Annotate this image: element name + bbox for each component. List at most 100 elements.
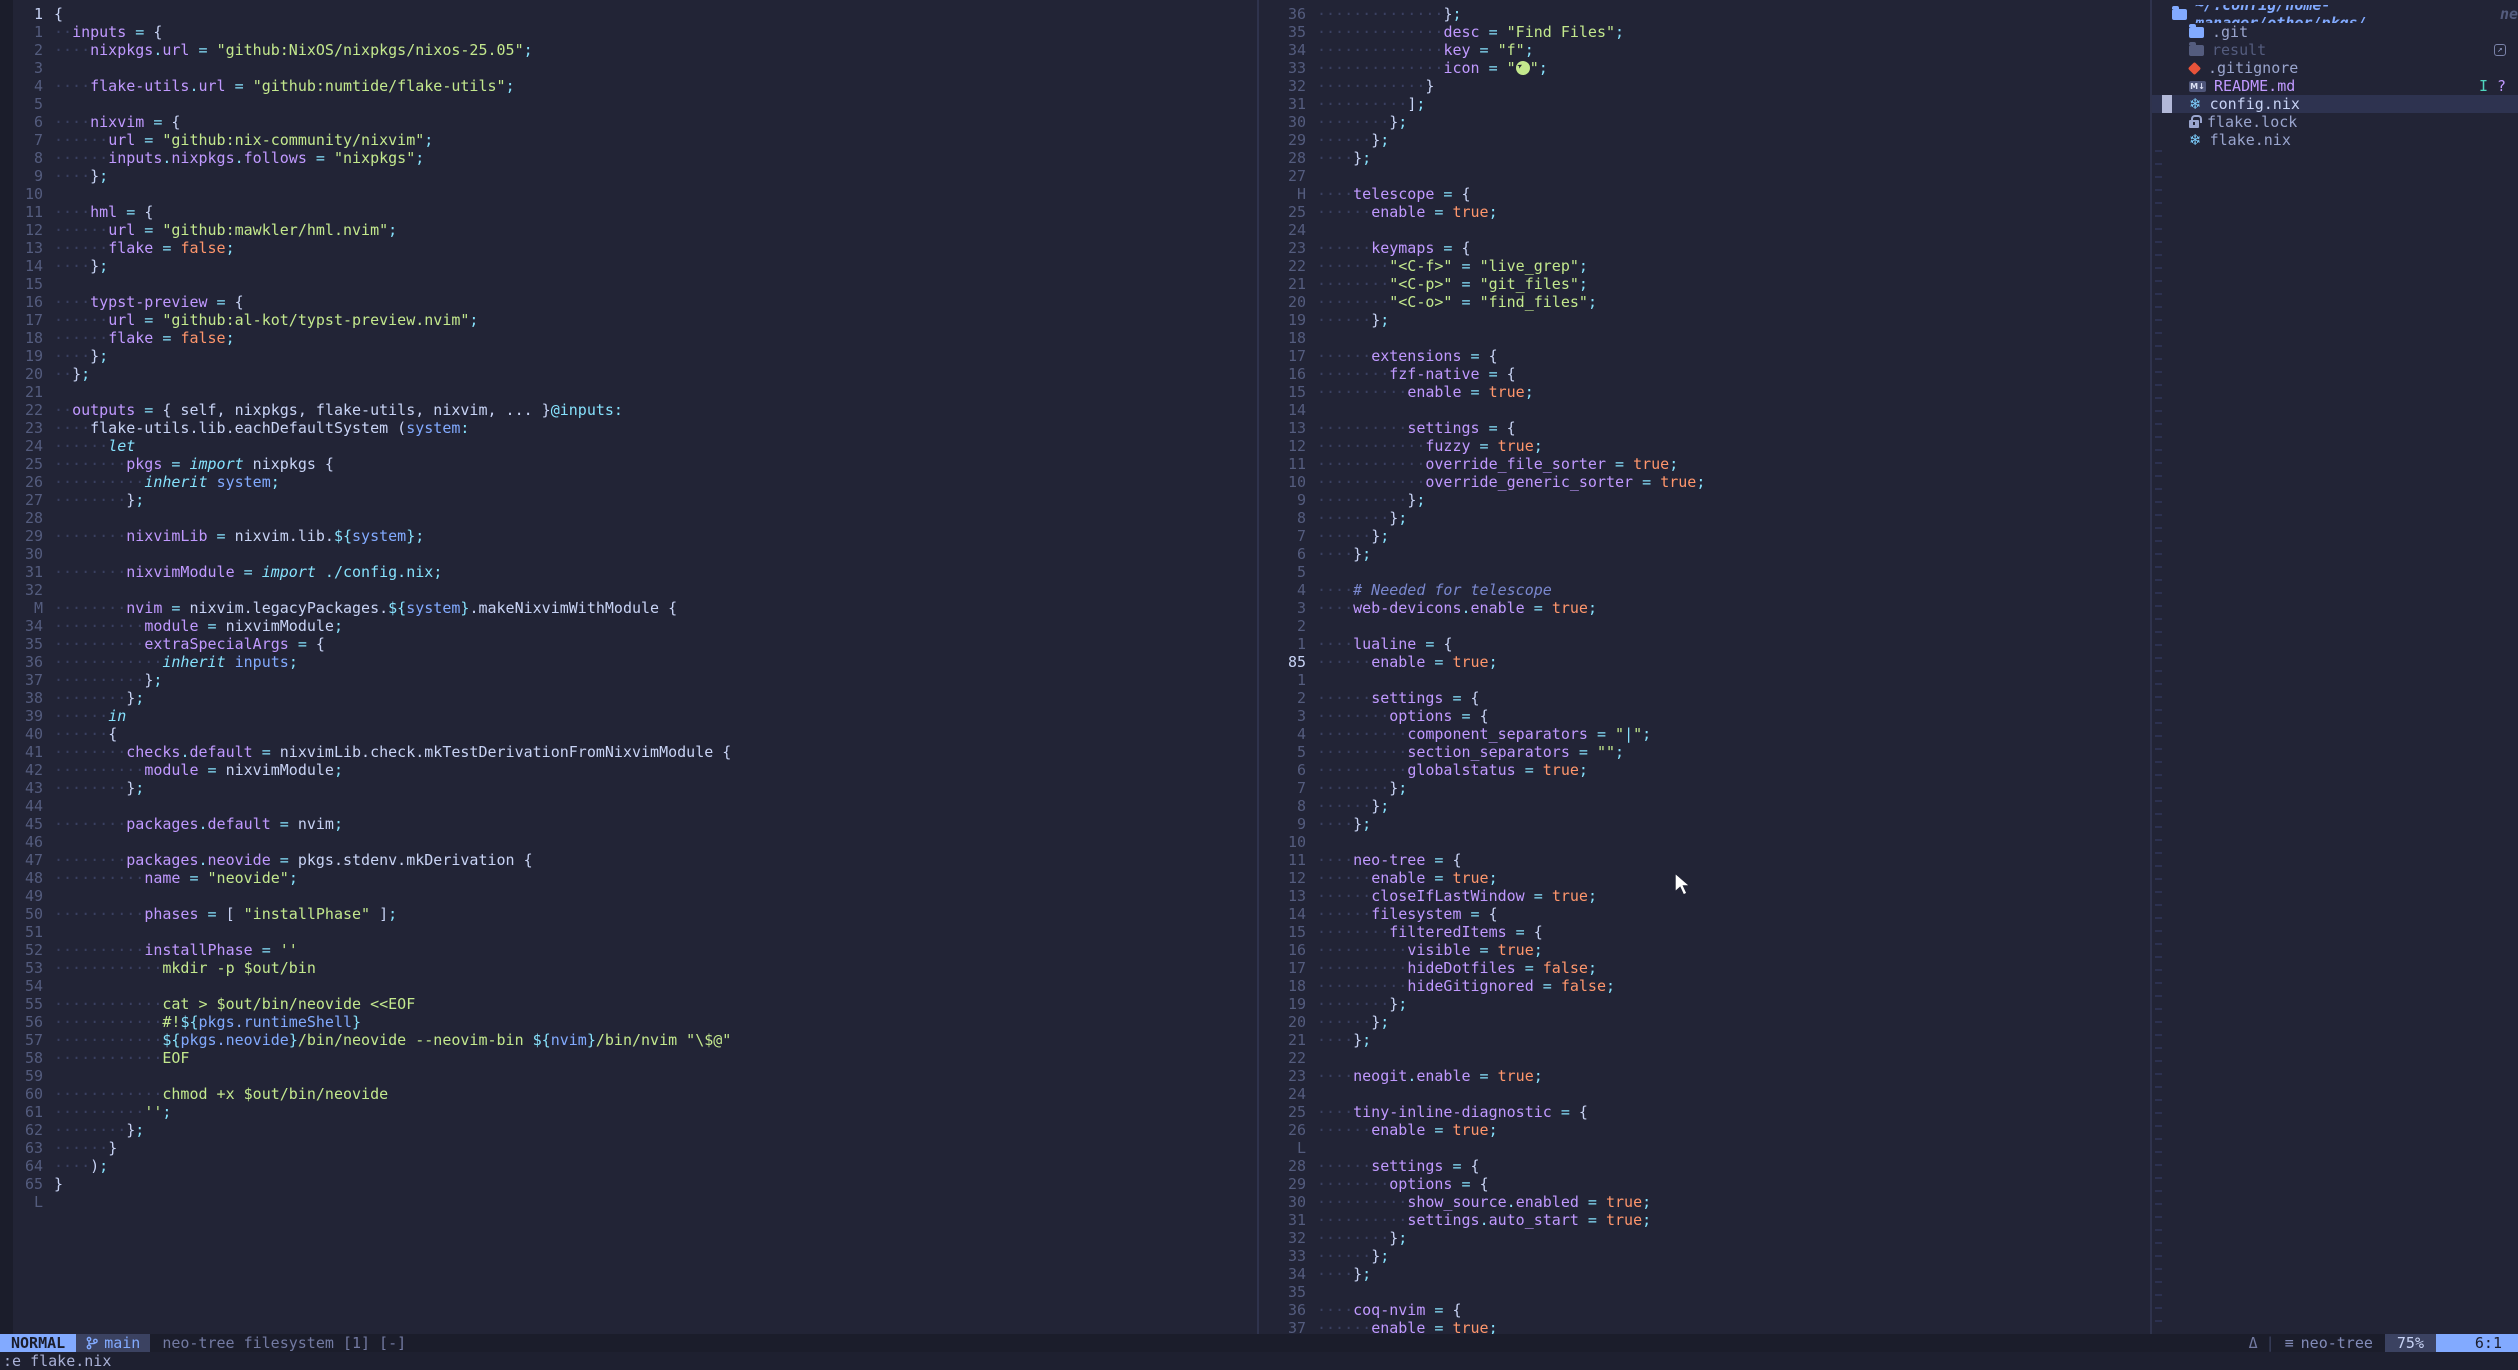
code-line[interactable]: 26······enable = true; — [1268, 1121, 2150, 1139]
code-line[interactable]: 18··········hideGitignored = false; — [1268, 977, 2150, 995]
code-line[interactable]: 22········"<C-f>" = "live_grep"; — [1268, 257, 2150, 275]
code-line[interactable]: 47········packages.neovide = pkgs.stdenv… — [13, 851, 1257, 869]
code-line[interactable]: 48··········name = "neovide"; — [13, 869, 1257, 887]
editor-pane-config-nix[interactable]: 36··············};35··············desc =… — [1268, 5, 2150, 1334]
code-line[interactable]: 25····tiny-inline-diagnostic = { — [1268, 1103, 2150, 1121]
code-line[interactable]: 1··inputs = { — [13, 23, 1257, 41]
code-line[interactable]: 2 — [1268, 617, 2150, 635]
code-line[interactable]: 17······extensions = { — [1268, 347, 2150, 365]
code-line[interactable]: 19····}; — [13, 347, 1257, 365]
code-line[interactable]: 12············fuzzy = true; — [1268, 437, 2150, 455]
code-line[interactable]: 20··}; — [13, 365, 1257, 383]
code-line[interactable]: 53············mkdir -p $out/bin — [13, 959, 1257, 977]
code-line[interactable]: 51 — [13, 923, 1257, 941]
code-line[interactable]: 41········checks.default = nixvimLib.che… — [13, 743, 1257, 761]
code-line[interactable]: 50··········phases = [ "installPhase" ]; — [13, 905, 1257, 923]
code-line[interactable]: 36····coq-nvim = { — [1268, 1301, 2150, 1319]
code-line[interactable]: 59 — [13, 1067, 1257, 1085]
code-line[interactable]: 35 — [1268, 1283, 2150, 1301]
code-line[interactable]: H····telescope = { — [1268, 185, 2150, 203]
code-line[interactable]: 13······closeIfLastWindow = true; — [1268, 887, 2150, 905]
tree-root[interactable]: ~/.config/home-manager/other/pkgs/ne — [2152, 5, 2518, 23]
tree-item-readme-md[interactable]: M↓README.mdI? — [2152, 77, 2518, 95]
code-line[interactable]: 33··············icon = ""; — [1268, 59, 2150, 77]
code-line[interactable]: 62········}; — [13, 1121, 1257, 1139]
tree-item--git[interactable]: .git — [2152, 23, 2518, 41]
code-line[interactable]: 8······}; — [1268, 797, 2150, 815]
code-line[interactable]: 24 — [1268, 221, 2150, 239]
tree-item-result[interactable]: result↗ — [2152, 41, 2518, 59]
code-line[interactable]: 36············inherit inputs; — [13, 653, 1257, 671]
code-line[interactable]: 14····}; — [13, 257, 1257, 275]
code-line[interactable]: 14······filesystem = { — [1268, 905, 2150, 923]
code-line[interactable]: 25······enable = true; — [1268, 203, 2150, 221]
code-line[interactable]: 27········}; — [13, 491, 1257, 509]
code-line[interactable]: 35··············desc = "Find Files"; — [1268, 23, 2150, 41]
code-line[interactable]: 33······}; — [1268, 1247, 2150, 1265]
code-line[interactable]: 5··········section_separators = ""; — [1268, 743, 2150, 761]
code-line[interactable]: 32 — [13, 581, 1257, 599]
code-line[interactable]: 39······in — [13, 707, 1257, 725]
code-line[interactable]: 1 — [1268, 671, 2150, 689]
code-line[interactable]: 1{ — [13, 5, 1257, 23]
code-line[interactable]: 85······enable = true; — [1268, 653, 2150, 671]
code-line[interactable]: 7······url = "github:nix-community/nixvi… — [13, 131, 1257, 149]
code-line[interactable]: 4····flake-utils.url = "github:numtide/f… — [13, 77, 1257, 95]
code-line[interactable]: 34··············key = "f"; — [1268, 41, 2150, 59]
code-line[interactable]: M········nvim = nixvim.legacyPackages.${… — [13, 599, 1257, 617]
code-line[interactable]: 24 — [1268, 1085, 2150, 1103]
code-line[interactable]: 6··········globalstatus = true; — [1268, 761, 2150, 779]
code-line[interactable]: 20········"<C-o>" = "find_files"; — [1268, 293, 2150, 311]
code-line[interactable]: 13······flake = false; — [13, 239, 1257, 257]
code-line[interactable]: 25········pkgs = import nixpkgs { — [13, 455, 1257, 473]
code-line[interactable]: 8······inputs.nixpkgs.follows = "nixpkgs… — [13, 149, 1257, 167]
code-line[interactable]: 21 — [13, 383, 1257, 401]
code-line[interactable]: 26··········inherit system; — [13, 473, 1257, 491]
code-line[interactable]: 9····}; — [13, 167, 1257, 185]
code-line[interactable]: 30··········show_source.enabled = true; — [1268, 1193, 2150, 1211]
code-line[interactable]: 22··outputs = { self, nixpkgs, flake-uti… — [13, 401, 1257, 419]
tree-item--gitignore[interactable]: .gitignore — [2152, 59, 2518, 77]
neo-tree-panel[interactable]: ~/.config/home-manager/other/pkgs/ne.git… — [2152, 5, 2518, 1334]
code-line[interactable]: 11····hml = { — [13, 203, 1257, 221]
code-line[interactable]: 60············chmod +x $out/bin/neovide — [13, 1085, 1257, 1103]
code-line[interactable]: 29········options = { — [1268, 1175, 2150, 1193]
code-line[interactable]: 2····nixpkgs.url = "github:NixOS/nixpkgs… — [13, 41, 1257, 59]
code-line[interactable]: 2······settings = { — [1268, 689, 2150, 707]
code-line[interactable]: 32········}; — [1268, 1229, 2150, 1247]
code-line[interactable]: 3 — [13, 59, 1257, 77]
code-line[interactable]: 34··········module = nixvimModule; — [13, 617, 1257, 635]
code-line[interactable]: 3········options = { — [1268, 707, 2150, 725]
code-line[interactable]: 21········"<C-p>" = "git_files"; — [1268, 275, 2150, 293]
code-line[interactable]: 38········}; — [13, 689, 1257, 707]
code-line[interactable]: 29········nixvimLib = nixvim.lib.${syste… — [13, 527, 1257, 545]
code-line[interactable]: 10············override_generic_sorter = … — [1268, 473, 2150, 491]
code-line[interactable]: 30 — [13, 545, 1257, 563]
code-line[interactable]: 57············${pkgs.neovide}/bin/neovid… — [13, 1031, 1257, 1049]
code-line[interactable]: 7······}; — [1268, 527, 2150, 545]
code-line[interactable]: 6····}; — [1268, 545, 2150, 563]
code-line[interactable]: 52··········installPhase = '' — [13, 941, 1257, 959]
code-line[interactable]: 8········}; — [1268, 509, 2150, 527]
code-line[interactable]: 36··············}; — [1268, 5, 2150, 23]
code-line[interactable]: 31········nixvimModule = import ./config… — [13, 563, 1257, 581]
code-line[interactable]: 49 — [13, 887, 1257, 905]
code-line[interactable]: 23····flake-utils.lib.eachDefaultSystem … — [13, 419, 1257, 437]
code-line[interactable]: 44 — [13, 797, 1257, 815]
code-line[interactable]: 27 — [1268, 167, 2150, 185]
code-line[interactable]: L — [13, 1193, 1257, 1211]
code-line[interactable]: 10 — [1268, 833, 2150, 851]
code-line[interactable]: 19········}; — [1268, 995, 2150, 1013]
code-line[interactable]: 15········filteredItems = { — [1268, 923, 2150, 941]
code-line[interactable]: 43········}; — [13, 779, 1257, 797]
code-line[interactable]: 9··········}; — [1268, 491, 2150, 509]
code-line[interactable]: 19······}; — [1268, 311, 2150, 329]
code-line[interactable]: 16········fzf-native = { — [1268, 365, 2150, 383]
code-line[interactable]: 13··········settings = { — [1268, 419, 2150, 437]
code-line[interactable]: 29······}; — [1268, 131, 2150, 149]
code-line[interactable]: 14 — [1268, 401, 2150, 419]
code-line[interactable]: 31··········]; — [1268, 95, 2150, 113]
code-line[interactable]: 12······enable = true; — [1268, 869, 2150, 887]
window-separator[interactable] — [1257, 0, 1259, 1334]
code-line[interactable]: 23····neogit.enable = true; — [1268, 1067, 2150, 1085]
